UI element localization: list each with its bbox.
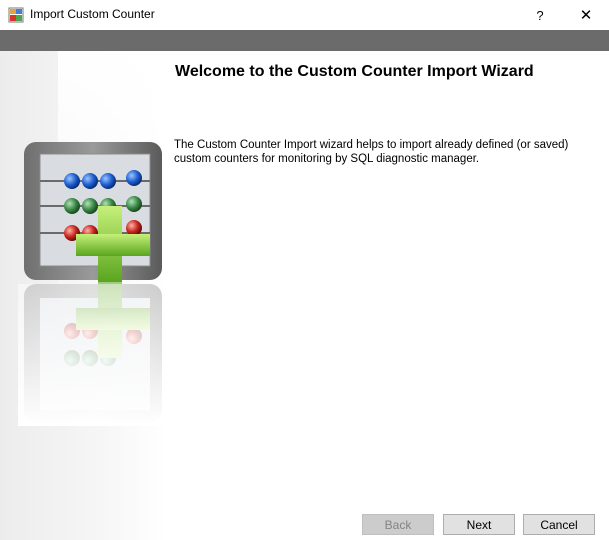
form-window-icon (8, 7, 24, 23)
cancel-button[interactable]: Cancel (523, 514, 595, 535)
back-button[interactable]: Back (362, 514, 434, 535)
wizard-page: Welcome to the Custom Counter Import Wiz… (0, 51, 609, 540)
help-button[interactable]: ? (517, 0, 563, 30)
close-icon: ✕ (579, 7, 593, 24)
window-title: Import Custom Counter (30, 7, 155, 21)
wizard-heading: Welcome to the Custom Counter Import Wiz… (175, 63, 534, 80)
abacus-plus-icon (18, 142, 168, 426)
close-button[interactable]: ✕ (563, 0, 609, 30)
title-bar: Import Custom Counter ? ✕ (0, 0, 609, 30)
next-button[interactable]: Next (443, 514, 515, 535)
header-bar (0, 30, 609, 51)
wizard-description: The Custom Counter Import wizard helps t… (174, 139, 569, 165)
illustration-panel (0, 51, 168, 540)
help-icon: ? (536, 7, 544, 23)
